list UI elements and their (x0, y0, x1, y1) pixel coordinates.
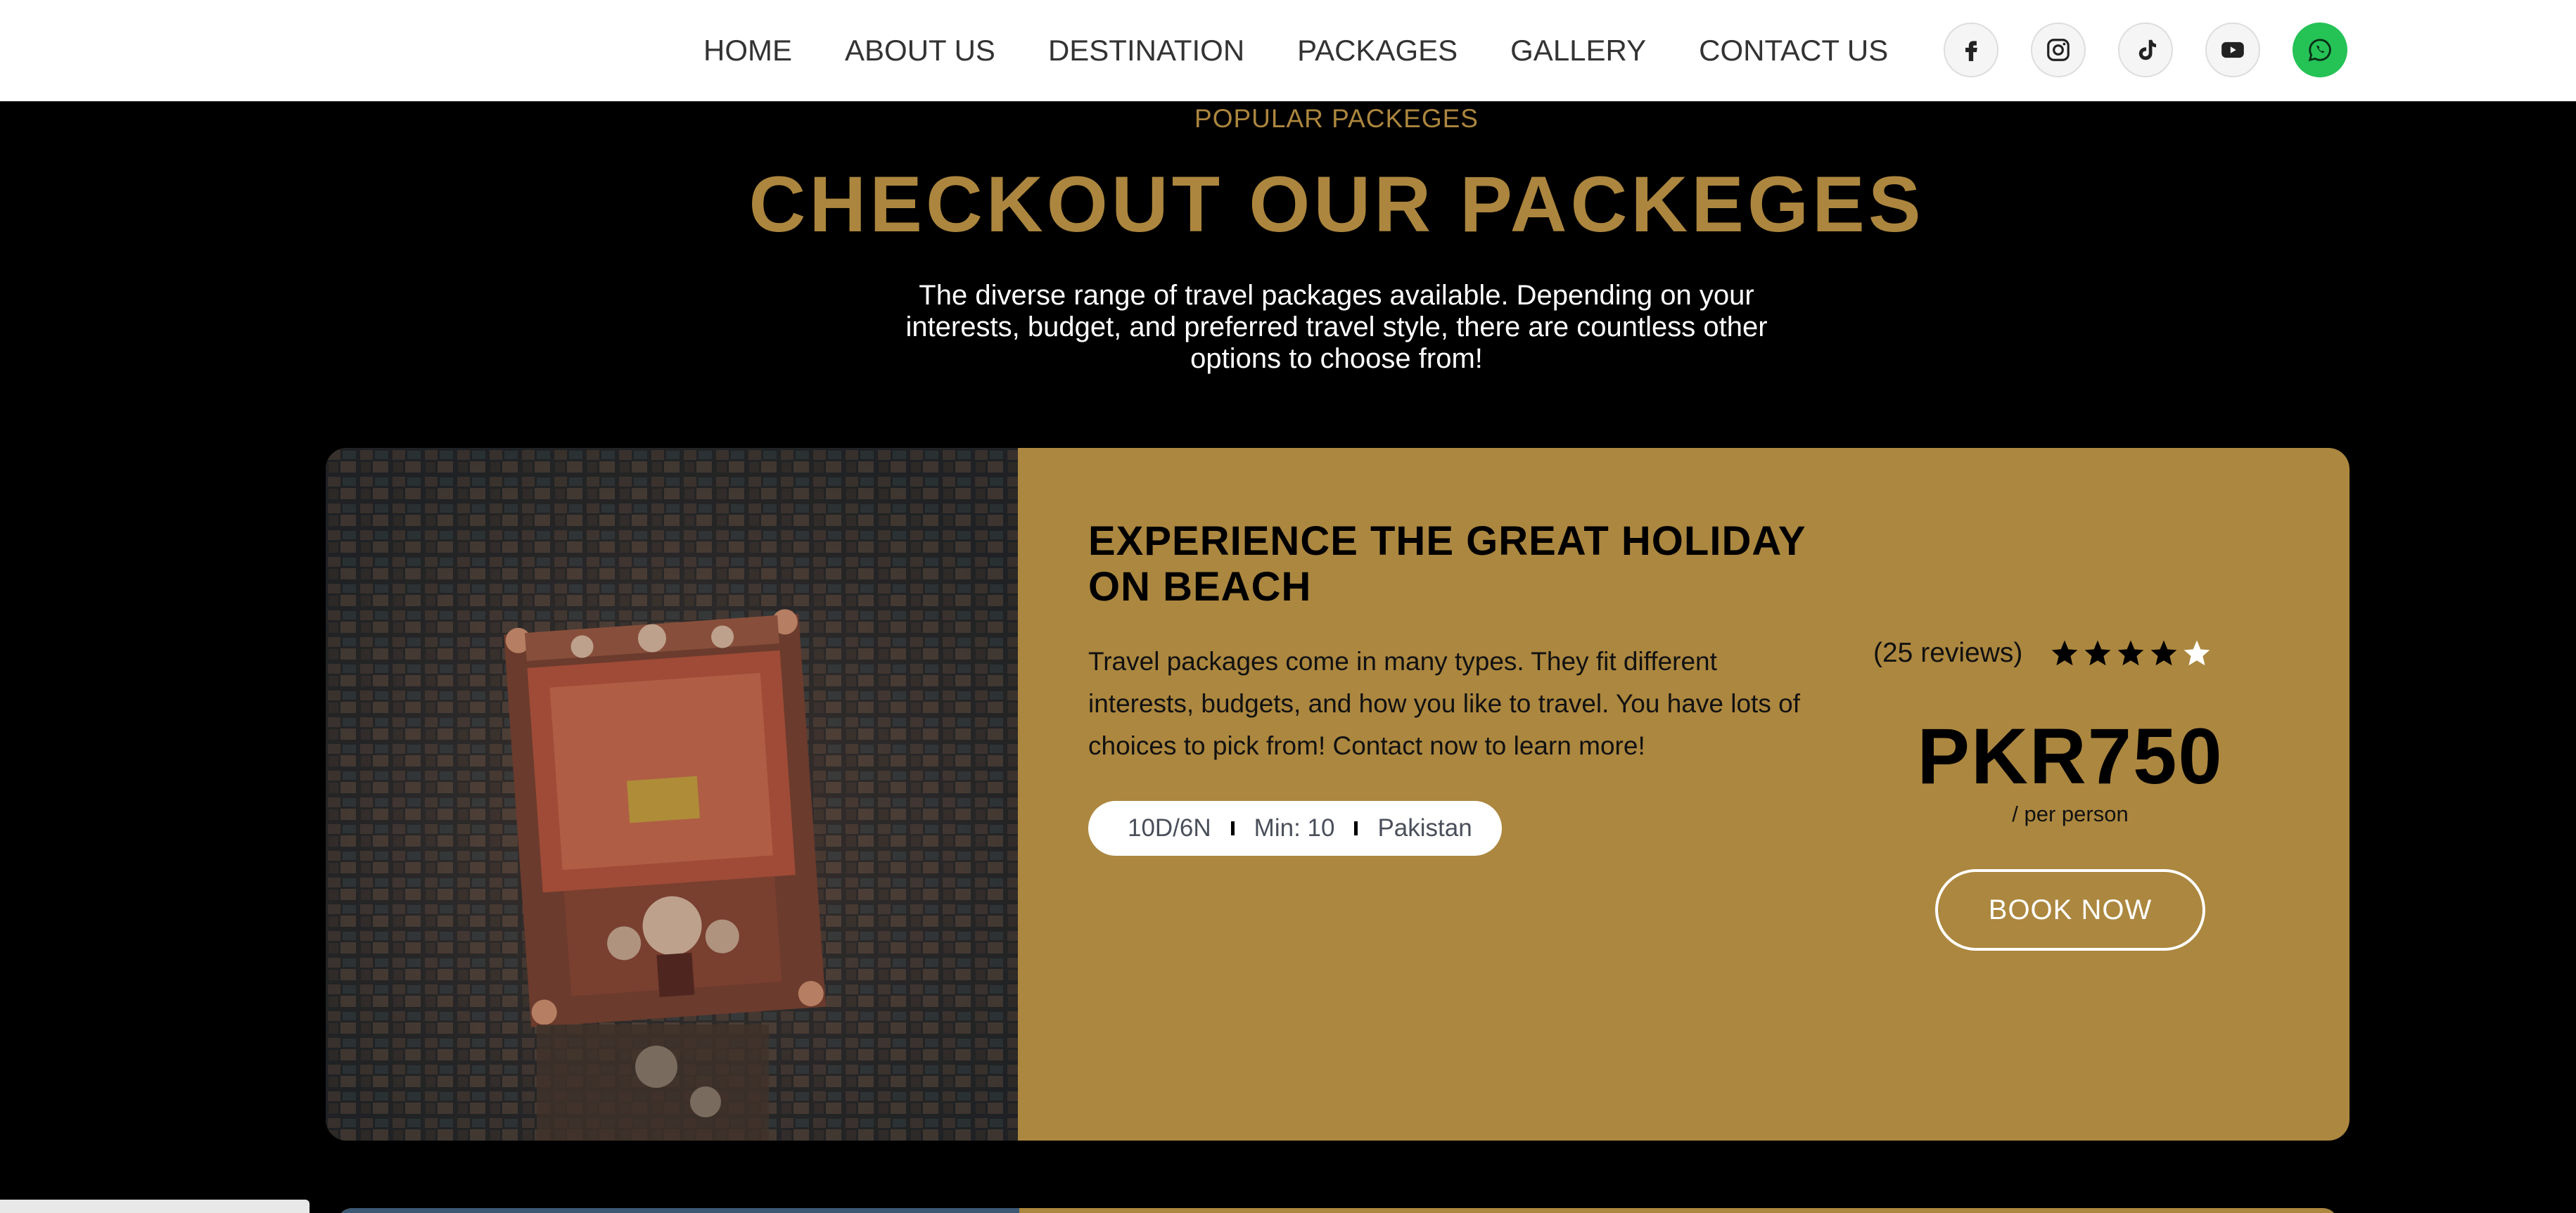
price-unit: / per person (2012, 802, 2129, 826)
nav-destination[interactable]: DESTINATION (1048, 34, 1244, 68)
package-details: EXPERIENCE THE GREAT HOLIDAY ON BEACH Tr… (1088, 518, 1827, 856)
review-count: (25 reviews) (1873, 638, 2023, 668)
main-nav: HOME ABOUT US DESTINATION PACKAGES GALLE… (703, 0, 1888, 101)
package-min-people: Min: 10 (1254, 814, 1335, 842)
tiktok-icon[interactable] (2118, 23, 2173, 77)
meta-separator (1230, 821, 1235, 835)
facebook-icon[interactable] (1944, 23, 1998, 77)
package-price: PKR750 (1917, 712, 2224, 800)
package-duration: 10D/6N (1128, 814, 1211, 842)
nav-gallery[interactable]: GALLERY (1510, 34, 1646, 68)
social-links (1944, 23, 2347, 77)
next-package-card (337, 1208, 2338, 1213)
nav-home[interactable]: HOME (703, 34, 792, 68)
instagram-icon[interactable] (2031, 23, 2086, 77)
nav-about-us[interactable]: ABOUT US (845, 34, 995, 68)
book-now-button[interactable]: BOOK NOW (1935, 869, 2205, 951)
youtube-icon[interactable] (2205, 23, 2260, 77)
package-pricing: (25 reviews) PKR750 / per person BOOK NO… (1873, 638, 2267, 951)
package-title: EXPERIENCE THE GREAT HOLIDAY ON BEACH (1088, 518, 1806, 610)
package-image (326, 448, 1018, 1141)
navbar: HOME ABOUT US DESTINATION PACKAGES GALLE… (0, 0, 2576, 101)
section-headline: CHECKOUT OUR PACKEGES (748, 160, 1925, 248)
star-icon (2184, 640, 2210, 666)
star-rating (2049, 638, 2214, 669)
nav-packages[interactable]: PACKAGES (1297, 34, 1458, 68)
next-package-image (337, 1208, 1019, 1213)
rating-row: (25 reviews) (1873, 638, 2267, 669)
whatsapp-icon[interactable] (2293, 23, 2347, 77)
package-description: Travel packages come in many types. They… (1088, 647, 1800, 760)
star-icon (2151, 640, 2177, 666)
browser-status-bar (0, 1200, 310, 1213)
star-icon (2085, 640, 2111, 666)
package-location: Pakistan (1377, 814, 1472, 842)
section-intro: The diverse range of travel packages ava… (905, 280, 1768, 374)
meta-separator (1354, 821, 1358, 835)
nav-contact-us[interactable]: CONTACT US (1699, 34, 1888, 68)
package-meta: 10D/6N Min: 10 Pakistan (1088, 801, 1502, 856)
package-card: EXPERIENCE THE GREAT HOLIDAY ON BEACH Tr… (326, 448, 2349, 1141)
star-icon (2118, 640, 2144, 666)
star-icon (2052, 640, 2078, 666)
section-eyebrow: POPULAR PACKEGES (1194, 104, 1479, 133)
